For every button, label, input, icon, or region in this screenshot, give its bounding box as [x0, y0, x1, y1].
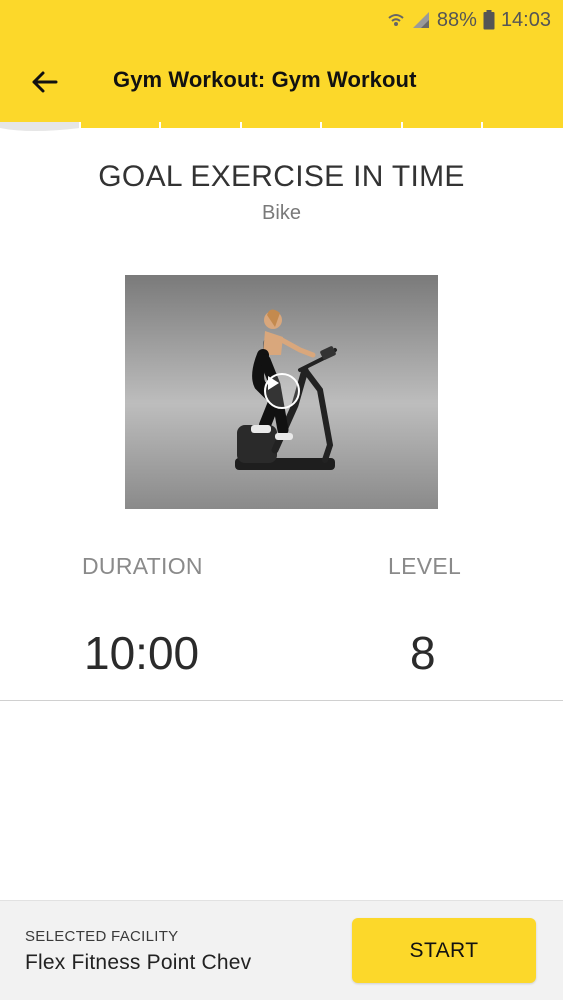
play-icon	[268, 376, 279, 390]
level-label: LEVEL	[388, 553, 462, 579]
exercise-subtitle: Bike	[262, 202, 301, 224]
duration-value: 10:00	[84, 627, 200, 679]
clock: 14:03	[500, 8, 551, 31]
page-title: Gym Workout: Gym Workout	[113, 67, 417, 92]
facility-name[interactable]: Flex Fitness Point Chev	[25, 951, 251, 975]
app-header: 88% 14:03 Gym Workout: Gym Workout	[0, 0, 563, 128]
battery-percent: 88%	[436, 8, 477, 31]
back-button[interactable]	[22, 60, 66, 104]
play-button[interactable]	[264, 373, 300, 409]
battery-icon	[483, 10, 495, 30]
arrow-left-icon	[32, 71, 58, 93]
exercise-title: GOAL EXERCISE IN TIME	[98, 160, 465, 193]
duration-label: DURATION	[82, 553, 203, 579]
signal-icon	[411, 11, 431, 29]
start-button[interactable]: START	[352, 918, 536, 983]
workout-progress-indicator	[0, 122, 483, 131]
status-bar: 88% 14:03	[387, 0, 551, 40]
exercise-video-thumbnail[interactable]	[125, 275, 438, 509]
level-value: 8	[410, 627, 436, 679]
facility-caption: SELECTED FACILITY	[25, 928, 179, 945]
footer-bar: SELECTED FACILITY Flex Fitness Point Che…	[0, 900, 563, 1000]
section-divider	[0, 700, 563, 701]
wifi-icon	[387, 11, 405, 29]
